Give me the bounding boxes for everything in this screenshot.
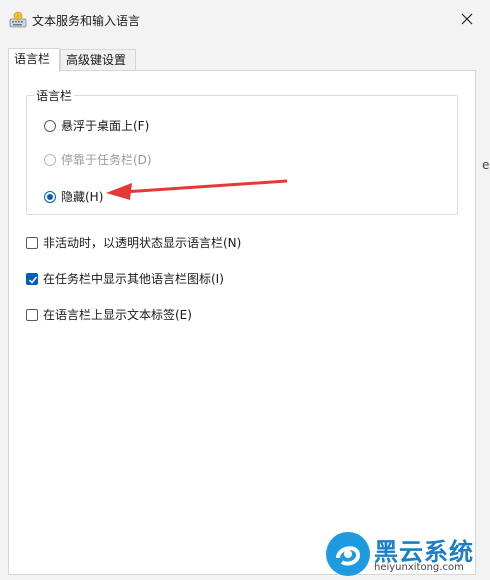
checkbox-show-text-labels[interactable]: 在语言栏上显示文本标签(E) [26, 306, 192, 323]
tab-advanced-key-settings[interactable]: 高级键设置 [60, 49, 136, 71]
window-title: 文本服务和输入语言 [32, 14, 141, 28]
checkbox-label: 在任务栏中显示其他语言栏图标(I) [43, 272, 224, 286]
radio-button[interactable] [44, 190, 56, 203]
checkmark-icon [28, 276, 38, 284]
radio-label: 隐藏(H) [61, 190, 104, 204]
radio-dock-in-taskbar: 停靠于任务栏(D) [44, 151, 152, 168]
radio-hidden[interactable]: 隐藏(H) [44, 188, 103, 205]
dialog-window: 文本服务和输入语言 语言栏 高级键设置 语言栏 悬浮于桌面上(F) 停靠于任务栏… [0, 0, 490, 580]
radio-button [44, 153, 56, 166]
checkbox-show-extra-icons-in-taskbar[interactable]: 在任务栏中显示其他语言栏图标(I) [26, 270, 224, 287]
group-title: 语言栏 [34, 87, 75, 104]
checkbox[interactable] [26, 236, 38, 249]
radio-float-on-desktop[interactable]: 悬浮于桌面上(F) [44, 117, 149, 134]
radio-label: 悬浮于桌面上(F) [61, 119, 150, 133]
edge-text-fragment: e [482, 158, 490, 172]
checkbox[interactable] [26, 308, 38, 321]
language-bar-groupbox: 语言栏 悬浮于桌面上(F) 停靠于任务栏(D) 隐藏(H) [26, 87, 458, 215]
tab-language-bar[interactable]: 语言栏 [8, 48, 60, 72]
watermark-logo-icon [326, 532, 370, 576]
checkbox[interactable] [26, 272, 38, 285]
radio-button[interactable] [44, 119, 56, 132]
close-icon [461, 13, 473, 28]
tab-bar: 语言栏 高级键设置 [8, 48, 478, 72]
keyboard-globe-icon [9, 11, 27, 29]
checkbox-label: 在语言栏上显示文本标签(E) [43, 308, 192, 322]
radio-label: 停靠于任务栏(D) [61, 153, 152, 167]
checkbox-transparent-when-inactive[interactable]: 非活动时，以透明状态显示语言栏(N) [26, 234, 241, 251]
tab-panel: 语言栏 悬浮于桌面上(F) 停靠于任务栏(D) 隐藏(H) 非活动时，以透明状态… [8, 70, 476, 575]
title-bar: 文本服务和输入语言 [0, 0, 490, 40]
checkbox-label: 非活动时，以透明状态显示语言栏(N) [43, 236, 242, 250]
watermark: 黑云系统 heiyunxitong.com [326, 528, 486, 580]
watermark-url: heiyunxitong.com [374, 562, 464, 573]
close-button[interactable] [452, 6, 482, 34]
